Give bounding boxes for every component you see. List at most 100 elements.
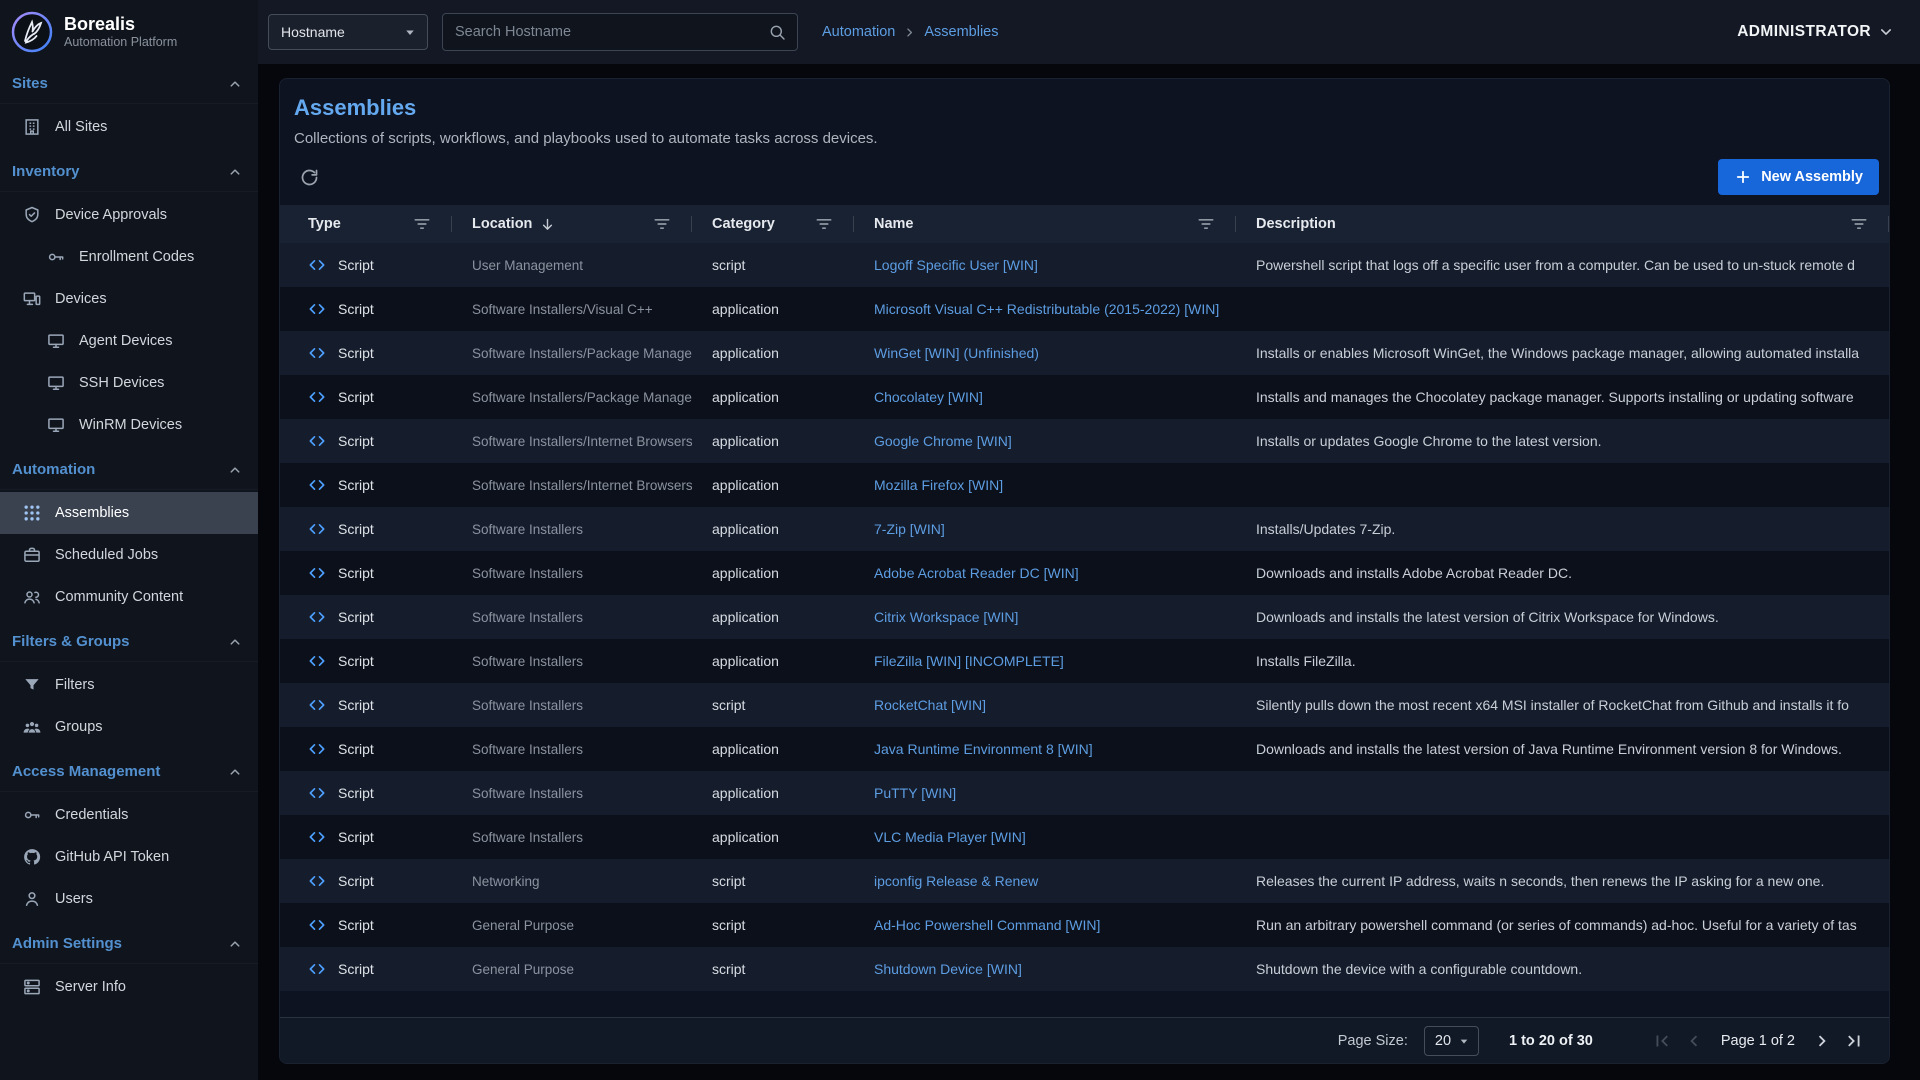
- sidebar-item-label: Agent Devices: [79, 333, 173, 349]
- assembly-link[interactable]: Logoff Specific User [WIN]: [874, 257, 1038, 273]
- sidebar-item-assemblies[interactable]: Assemblies: [0, 492, 258, 534]
- table-row[interactable]: Script Software Installers application C…: [280, 595, 1889, 639]
- user-menu[interactable]: ADMINISTRATOR: [1737, 22, 1896, 42]
- sidebar-section-items: Server Info: [0, 964, 258, 1012]
- assembly-link[interactable]: Citrix Workspace [WIN]: [874, 609, 1018, 625]
- table-row[interactable]: Script User Management script Logoff Spe…: [280, 243, 1889, 287]
- server-icon: [22, 977, 42, 997]
- cell-type: Script: [280, 475, 452, 495]
- assembly-link[interactable]: WinGet [WIN] (Unfinished): [874, 345, 1039, 361]
- table-row[interactable]: Script Software Installers script Rocket…: [280, 683, 1889, 727]
- sidebar-item-scheduled-jobs[interactable]: Scheduled Jobs: [0, 534, 258, 576]
- new-assembly-button[interactable]: New Assembly: [1718, 159, 1879, 195]
- hostname-dropdown[interactable]: Hostname: [268, 14, 428, 50]
- assembly-link[interactable]: VLC Media Player [WIN]: [874, 829, 1026, 845]
- sidebar-item-all-sites[interactable]: All Sites: [0, 106, 258, 148]
- sidebar-section-label: Access Management: [12, 763, 160, 780]
- table-row[interactable]: Script General Purpose script Ad-Hoc Pow…: [280, 903, 1889, 947]
- sidebar-item-filters[interactable]: Filters: [0, 664, 258, 706]
- code-icon: [307, 871, 327, 891]
- sidebar-item-agent-devices[interactable]: Agent Devices: [0, 320, 258, 362]
- search-box[interactable]: [442, 13, 798, 51]
- sidebar-item-community-content[interactable]: Community Content: [0, 576, 258, 618]
- filter-icon[interactable]: [1849, 214, 1869, 234]
- sidebar-item-users[interactable]: Users: [0, 878, 258, 920]
- table-row[interactable]: Script General Purpose script Shutdown D…: [280, 947, 1889, 991]
- filter-icon[interactable]: [1196, 214, 1216, 234]
- assembly-link[interactable]: FileZilla [WIN] [INCOMPLETE]: [874, 653, 1064, 669]
- sidebar-section-inventory[interactable]: Inventory: [0, 152, 258, 192]
- first-page-button[interactable]: [1649, 1028, 1675, 1054]
- breadcrumb-automation[interactable]: Automation: [822, 24, 895, 40]
- sidebar-item-ssh-devices[interactable]: SSH Devices: [0, 362, 258, 404]
- table-row[interactable]: Script Software Installers/Package Manag…: [280, 331, 1889, 375]
- table-row[interactable]: Script Networking script ipconfig Releas…: [280, 859, 1889, 903]
- assembly-link[interactable]: Google Chrome [WIN]: [874, 433, 1012, 449]
- table-header: Type Location Category Name Description: [280, 205, 1889, 243]
- cell-category: script: [692, 697, 854, 713]
- sort-desc-icon[interactable]: [539, 216, 556, 233]
- table-row[interactable]: Script Software Installers application 7…: [280, 507, 1889, 551]
- cell-description: Installs or enables Microsoft WinGet, th…: [1236, 345, 1889, 361]
- cell-location: Software Installers: [452, 830, 692, 845]
- breadcrumb-assemblies[interactable]: Assemblies: [924, 24, 998, 40]
- cell-type: Script: [280, 431, 452, 451]
- cell-name: Ad-Hoc Powershell Command [WIN]: [854, 917, 1236, 933]
- previous-page-button[interactable]: [1681, 1028, 1707, 1054]
- sidebar-section-sites[interactable]: Sites: [0, 64, 258, 104]
- assembly-link[interactable]: Chocolatey [WIN]: [874, 389, 983, 405]
- table-row[interactable]: Script Software Installers/Internet Brow…: [280, 419, 1889, 463]
- filter-icon[interactable]: [652, 214, 672, 234]
- page-size-dropdown[interactable]: 20: [1424, 1026, 1479, 1056]
- assembly-link[interactable]: PuTTY [WIN]: [874, 785, 956, 801]
- sidebar-section-admin-settings[interactable]: Admin Settings: [0, 924, 258, 964]
- sidebar-item-github-api-token[interactable]: GitHub API Token: [0, 836, 258, 878]
- search-input[interactable]: [453, 23, 760, 41]
- assembly-link[interactable]: 7-Zip [WIN]: [874, 521, 945, 537]
- table-row[interactable]: Script Software Installers application P…: [280, 771, 1889, 815]
- chevron-up-icon: [226, 461, 244, 479]
- sidebar-item-groups[interactable]: Groups: [0, 706, 258, 748]
- table-row[interactable]: Script Software Installers application F…: [280, 639, 1889, 683]
- assembly-link[interactable]: ipconfig Release & Renew: [874, 873, 1038, 889]
- sidebar-section-access-management[interactable]: Access Management: [0, 752, 258, 792]
- code-icon: [307, 475, 327, 495]
- table-row[interactable]: Script Software Installers application J…: [280, 727, 1889, 771]
- table-row[interactable]: Script Software Installers/Visual C++ ap…: [280, 287, 1889, 331]
- sidebar-item-devices[interactable]: Devices: [0, 278, 258, 320]
- table-row[interactable]: Script Software Installers application V…: [280, 815, 1889, 859]
- assembly-link[interactable]: Adobe Acrobat Reader DC [WIN]: [874, 565, 1079, 581]
- assembly-link[interactable]: Ad-Hoc Powershell Command [WIN]: [874, 917, 1100, 933]
- assembly-link[interactable]: Shutdown Device [WIN]: [874, 961, 1022, 977]
- sidebar-item-device-approvals[interactable]: Device Approvals: [0, 194, 258, 236]
- cell-name: ipconfig Release & Renew: [854, 873, 1236, 889]
- assembly-link[interactable]: Microsoft Visual C++ Redistributable (20…: [874, 301, 1219, 317]
- sidebar-section-filters-groups[interactable]: Filters & Groups: [0, 622, 258, 662]
- filter-icon[interactable]: [814, 214, 834, 234]
- sidebar-section-automation[interactable]: Automation: [0, 450, 258, 490]
- sidebar-item-winrm-devices[interactable]: WinRM Devices: [0, 404, 258, 446]
- cell-name: RocketChat [WIN]: [854, 697, 1236, 713]
- assembly-link[interactable]: Mozilla Firefox [WIN]: [874, 477, 1003, 493]
- cell-description: Shutdown the device with a configurable …: [1236, 961, 1889, 977]
- table-row[interactable]: Script Software Installers application A…: [280, 551, 1889, 595]
- sidebar-section-items: Credentials GitHub API Token Users: [0, 792, 258, 924]
- sidebar-item-server-info[interactable]: Server Info: [0, 966, 258, 1008]
- table-footer: Page Size: 20 1 to 20 of 30 Page 1 of 2: [280, 1017, 1889, 1063]
- sidebar-item-credentials[interactable]: Credentials: [0, 794, 258, 836]
- code-icon: [307, 739, 327, 759]
- cell-name: Shutdown Device [WIN]: [854, 961, 1236, 977]
- filter-icon[interactable]: [412, 214, 432, 234]
- assembly-link[interactable]: Java Runtime Environment 8 [WIN]: [874, 741, 1093, 757]
- table-row[interactable]: Script Software Installers/Package Manag…: [280, 375, 1889, 419]
- cell-type: Script: [280, 959, 452, 979]
- refresh-button[interactable]: [294, 162, 324, 192]
- assembly-link[interactable]: RocketChat [WIN]: [874, 697, 986, 713]
- sidebar-item-label: All Sites: [55, 119, 107, 135]
- table-row[interactable]: Script Software Installers/Internet Brow…: [280, 463, 1889, 507]
- app-root: Borealis Automation Platform Sites All S…: [0, 0, 1920, 1080]
- sidebar-item-label: Assemblies: [55, 505, 129, 521]
- last-page-button[interactable]: [1841, 1028, 1867, 1054]
- next-page-button[interactable]: [1809, 1028, 1835, 1054]
- sidebar-item-enrollment-codes[interactable]: Enrollment Codes: [0, 236, 258, 278]
